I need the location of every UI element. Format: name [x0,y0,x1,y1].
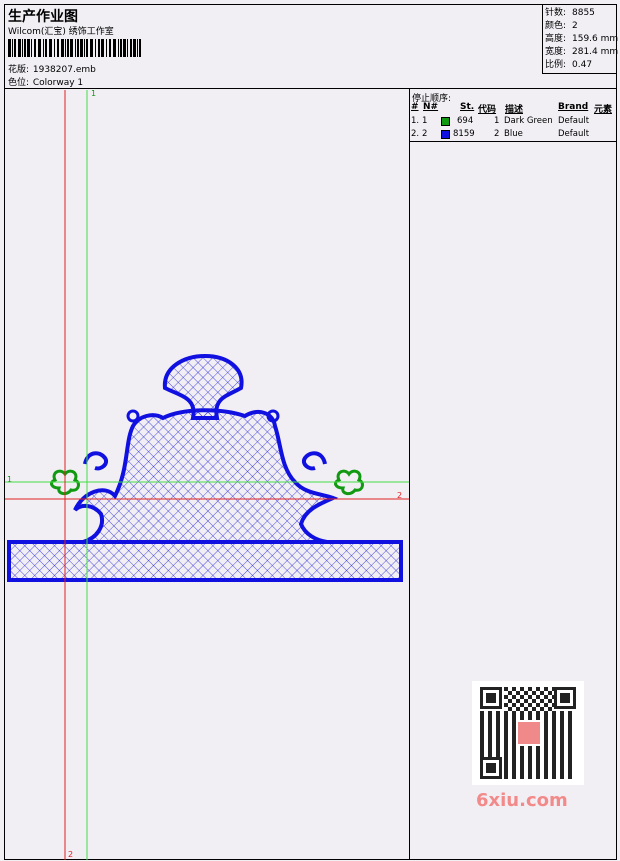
guide-marker-top: 1 [91,90,96,98]
col-number: N# [423,102,439,112]
guide-marker-bottom: 2 [68,850,73,859]
crown-motif [7,353,403,582]
right-scroll [302,451,327,471]
panel-divider [409,89,410,860]
colorway-label: 色位: [8,78,30,88]
col-index: # [411,102,419,112]
col-description: 描述 [505,105,524,115]
right-loop [266,409,280,423]
stats-panel: 针数: 8855 颜色: 2 高度: 159.6 mm 宽度: 281.4 mm 比例:… [542,4,619,74]
stat-height: 高度: 159.6 mm [545,34,619,44]
design-file-value: 1938207.emb [32,65,96,75]
stat-scale: 比例: 0.47 [545,60,593,70]
qr-finder-bottom-left [480,757,502,779]
colorway-row: 色位: Colorway 1 [8,75,83,88]
qr-logo [516,720,542,746]
guide-marker-left: 1 [7,475,12,484]
crown-body [7,408,403,582]
design-file-label: 花版: [8,65,30,75]
header: 生产作业图 Wilcom(汇宝) 绣饰工作室 花版: 1938207.emb 色… [4,4,619,89]
col-code: 代码 [478,105,497,115]
panel-rule [410,141,617,142]
qr-finder-top-left [480,687,502,709]
color-swatch-blue [441,130,450,139]
colorway-value: Colorway 1 [32,78,84,88]
design-file-row: 花版: 1938207.emb [8,62,96,75]
band-bottom-border [9,578,401,582]
stat-colors: 颜色: 2 [545,21,578,31]
col-brand: Brand [558,102,589,112]
barcode [8,39,141,57]
studio-name: Wilcom(汇宝) 绣饰工作室 [8,27,114,37]
qr-code [472,681,584,785]
left-loop [126,409,140,423]
left-scroll [83,451,108,471]
stat-stitches: 针数: 8855 [545,8,595,18]
qr-finder-top-right [554,687,576,709]
crown-top [162,353,244,420]
col-stitches: St. [460,102,475,112]
table-row: 1. 1 694 1 Dark Green Default [411,116,590,126]
watermark: 6xiu.com [476,790,568,811]
page-title: 生产作业图 [8,9,78,25]
guide-marker-right: 2 [397,491,402,500]
col-element: 元素 [594,105,613,115]
color-swatch-dark-green [441,117,450,126]
stat-width: 宽度: 281.4 mm [545,47,619,57]
embroidery-design-canvas: 1 1 2 2 [5,90,409,860]
band-top-border [9,540,401,544]
